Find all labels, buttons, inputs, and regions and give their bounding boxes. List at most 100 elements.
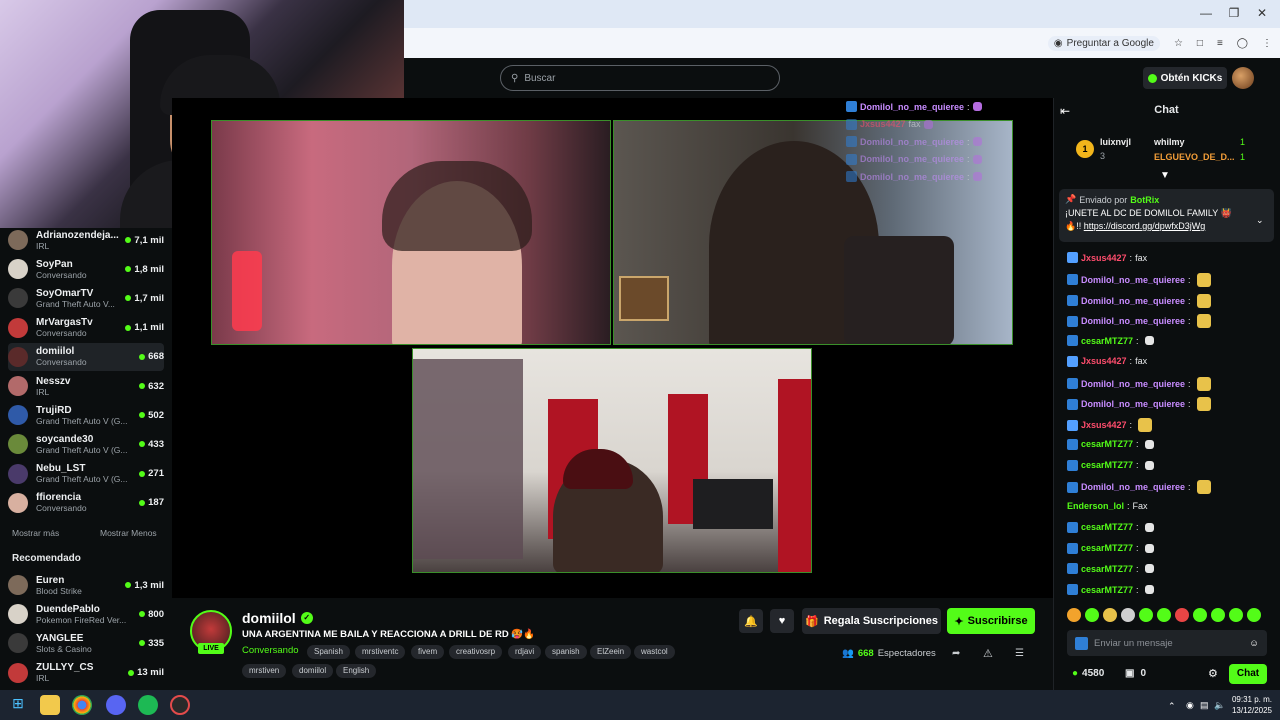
discord-icon[interactable] xyxy=(106,695,126,715)
sidebar-channel[interactable]: DuendePablo Pokemon FireRed Ver... 800 xyxy=(8,600,164,628)
extensions-icon[interactable]: □ xyxy=(1197,38,1203,49)
browser-menu-icon[interactable]: ⋮ xyxy=(1262,38,1272,49)
search-input[interactable]: ⚲ Buscar xyxy=(500,65,780,91)
profile-icon[interactable]: ◯ xyxy=(1237,38,1248,49)
sidebar-channel[interactable]: MrVargasTv Conversando 1,1 mil xyxy=(8,314,164,342)
get-kicks-button[interactable]: Obtén KICKs xyxy=(1143,67,1227,89)
emote-icon[interactable] xyxy=(1229,608,1243,622)
chat-input[interactable]: Enviar un mensaje ☺ xyxy=(1067,630,1267,656)
windows-start-icon[interactable]: ⊞ xyxy=(8,695,28,715)
emote-icon[interactable] xyxy=(1247,608,1261,622)
stream-tag[interactable]: fivem xyxy=(411,645,445,659)
stream-tag[interactable]: English xyxy=(336,664,377,678)
more-options-icon[interactable]: ☰ xyxy=(1015,648,1024,659)
chat-username[interactable]: Enderson_lol xyxy=(1067,501,1124,511)
close-icon[interactable]: ✕ xyxy=(1252,6,1272,22)
expand-pinned-icon[interactable]: ⌄ xyxy=(1256,215,1264,226)
stream-tag[interactable]: ElZeein xyxy=(590,645,632,659)
chat-username[interactable]: cesarMTZ77 xyxy=(1081,564,1133,574)
stream-tag[interactable]: Spanish xyxy=(307,645,350,659)
sidebar-channel[interactable]: Adrianozendeja... IRL 7,1 mil xyxy=(8,226,164,254)
volume-icon[interactable]: 🔈 xyxy=(1214,700,1225,711)
chat-username[interactable]: cesarMTZ77 xyxy=(1081,585,1133,595)
chat-username[interactable]: Jxsus4427 xyxy=(1081,356,1127,366)
obs-icon[interactable] xyxy=(170,695,190,715)
chat-username[interactable]: Domilol_no_me_quieree xyxy=(1081,296,1185,306)
stream-tag[interactable]: mrstiventc xyxy=(355,645,406,659)
pinned-link[interactable]: https://discord.gg/dpwfxD3jWg xyxy=(1084,221,1206,231)
emote-icon[interactable] xyxy=(1157,608,1171,622)
gifter-name[interactable]: luixnvjl xyxy=(1100,137,1131,147)
sidebar-channel[interactable]: Euren Blood Strike 1,3 mil xyxy=(8,571,164,599)
bookmark-star-icon[interactable]: ☆ xyxy=(1174,38,1183,49)
sidebar-channel[interactable]: ZULLYY_CS IRL 13 mil xyxy=(8,659,164,687)
chat-username[interactable]: cesarMTZ77 xyxy=(1081,522,1133,532)
emote-icon[interactable] xyxy=(1211,608,1225,622)
chrome-icon[interactable] xyxy=(72,695,92,715)
minimize-icon[interactable]: — xyxy=(1196,6,1216,22)
kicks-balance[interactable]: ● 4580 xyxy=(1072,668,1104,679)
subscribe-button[interactable]: ✦ Suscribirse xyxy=(947,608,1035,634)
microphone-icon[interactable]: ◉ xyxy=(1186,700,1194,711)
follow-heart-button[interactable]: ♥ xyxy=(770,609,794,633)
restore-icon[interactable]: ❐ xyxy=(1224,6,1244,22)
show-less-link[interactable]: Mostrar Menos xyxy=(100,528,157,538)
pinned-by-user[interactable]: BotRix xyxy=(1130,195,1159,205)
sidebar-channel[interactable]: SoyOmarTV Grand Theft Auto V... 1,7 mil xyxy=(8,284,164,312)
spotify-icon[interactable] xyxy=(138,695,158,715)
stream-tag[interactable]: domiilol xyxy=(292,664,334,678)
gift-subs-button[interactable]: 🎁 Regala Suscripciones xyxy=(802,608,941,634)
emote-icon[interactable] xyxy=(1103,608,1117,622)
chat-username[interactable]: Domilol_no_me_quieree xyxy=(1081,316,1185,326)
tray-chevron-icon[interactable]: ⌃ xyxy=(1168,701,1176,712)
chat-username[interactable]: Domilol_no_me_quieree xyxy=(1081,379,1185,389)
user-avatar[interactable] xyxy=(1232,67,1254,89)
sidebar-channel[interactable]: YANGLEE Slots & Casino 335 xyxy=(8,629,164,657)
chat-username[interactable]: Jxsus4427 xyxy=(1081,253,1127,263)
chat-username[interactable]: Domilol_no_me_quieree xyxy=(1081,275,1185,285)
chat-username[interactable]: Domilol_no_me_quieree xyxy=(1081,399,1185,409)
emote-icon[interactable] xyxy=(1085,608,1099,622)
sidebar-channel[interactable]: Nebu_LST Grand Theft Auto V (G... 271 xyxy=(8,460,164,488)
sidebar-channel[interactable]: Nesszv IRL 632 xyxy=(8,372,164,400)
chat-username[interactable]: cesarMTZ77 xyxy=(1081,439,1133,449)
show-more-link[interactable]: Mostrar más xyxy=(12,528,59,538)
sidebar-channel[interactable]: soycande30 Grand Theft Auto V (G... 433 xyxy=(8,430,164,458)
report-icon[interactable]: ⚠ xyxy=(983,647,993,660)
chat-username[interactable]: Jxsus4427 xyxy=(1081,420,1127,430)
chat-settings-icon[interactable]: ⚙ xyxy=(1208,667,1218,680)
chat-username[interactable]: cesarMTZ77 xyxy=(1081,460,1133,470)
gifter-name[interactable]: whilmy xyxy=(1154,137,1185,147)
channel-name[interactable]: domiilol ✓ xyxy=(242,610,313,626)
chat-username[interactable]: cesarMTZ77 xyxy=(1081,543,1133,553)
send-chat-button[interactable]: Chat xyxy=(1229,664,1267,684)
emote-icon[interactable] xyxy=(1121,608,1135,622)
stream-tag[interactable]: rdjavi xyxy=(508,645,542,659)
stream-tag[interactable]: creativosrp xyxy=(449,645,503,659)
subs-balance[interactable]: ▣ 0 xyxy=(1125,668,1146,679)
emote-icon[interactable] xyxy=(1175,608,1189,622)
emote-icon[interactable] xyxy=(1193,608,1207,622)
emoji-icon[interactable]: ☺ xyxy=(1249,638,1259,649)
gifter-name[interactable]: ELGUEVO_DE_D... xyxy=(1154,152,1235,162)
sidebar-channel[interactable]: TrujiRD Grand Theft Auto V (G... 502 xyxy=(8,401,164,429)
emote-icon[interactable] xyxy=(1139,608,1153,622)
sidebar-channel[interactable]: SoyPan Conversando 1,8 mil xyxy=(8,255,164,283)
sidebar-channel[interactable]: ffiorencia Conversando 187 xyxy=(8,489,164,517)
share-icon[interactable]: ➦ xyxy=(952,648,960,659)
ask-google-button[interactable]: ◉ Preguntar a Google xyxy=(1047,35,1160,51)
sidebar-channel[interactable]: domiilol Conversando 668 xyxy=(8,342,164,371)
stream-tag[interactable]: mrstiven xyxy=(242,664,287,678)
stream-category-link[interactable]: Conversando xyxy=(242,645,299,656)
chat-username[interactable]: cesarMTZ77 xyxy=(1081,336,1133,346)
chat-username[interactable]: Domilol_no_me_quieree xyxy=(1081,482,1185,492)
emote-icon[interactable] xyxy=(1067,608,1081,622)
stream-tag[interactable]: spanish xyxy=(545,645,587,659)
notifications-bell-button[interactable]: 🔔 xyxy=(739,609,763,633)
file-explorer-icon[interactable] xyxy=(40,695,60,715)
media-control-icon[interactable]: ≡ xyxy=(1217,38,1223,49)
network-icon[interactable]: ▤ xyxy=(1200,700,1209,711)
stream-tag[interactable]: wastcol xyxy=(634,645,675,659)
taskbar-clock[interactable]: 09:31 p. m. 13/12/2025 xyxy=(1232,694,1272,716)
expand-gifters-icon[interactable]: ▼ xyxy=(1160,170,1170,181)
